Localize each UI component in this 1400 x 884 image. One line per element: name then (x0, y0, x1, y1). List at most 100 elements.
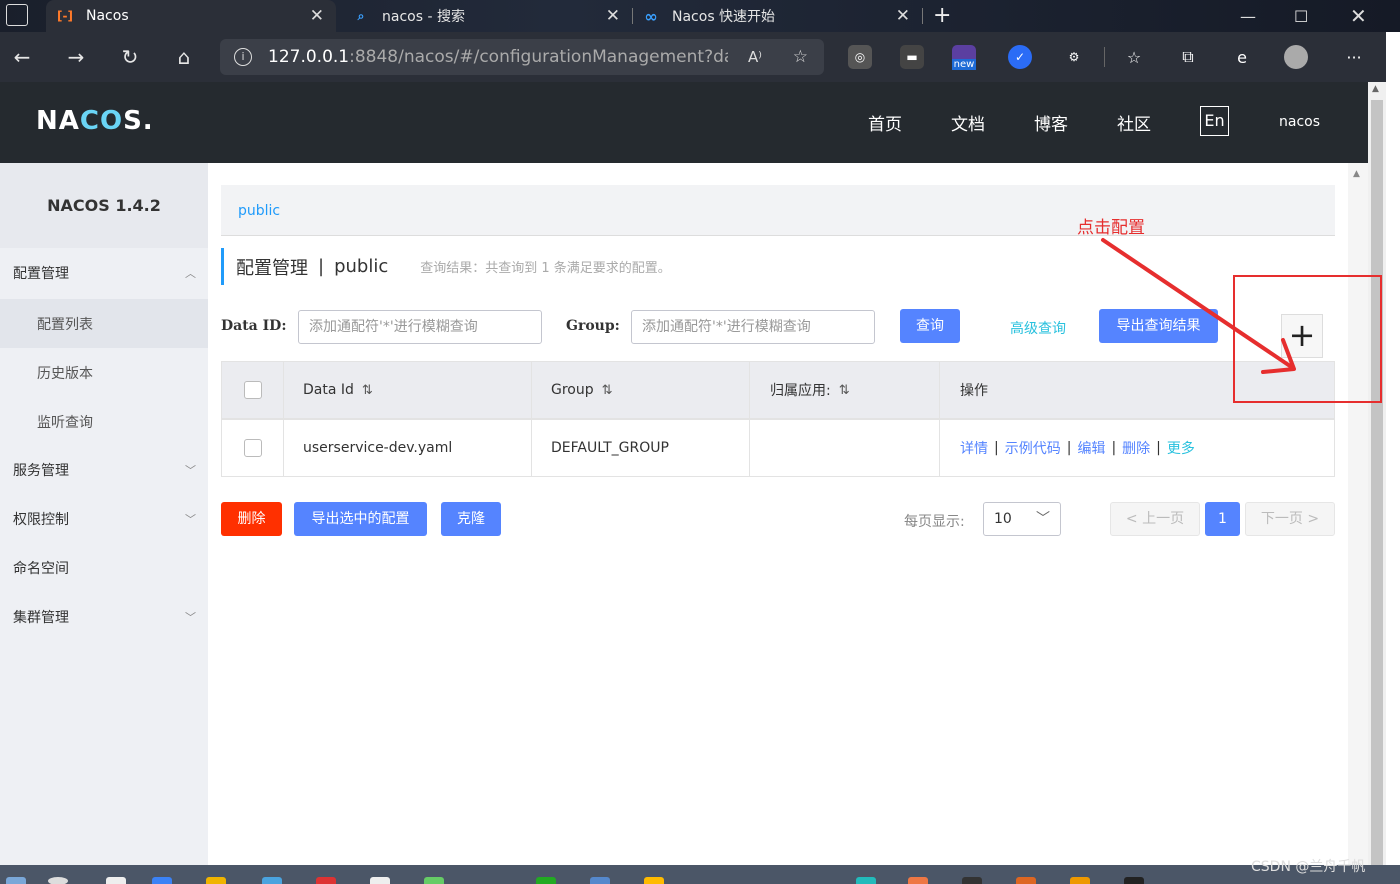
page-scrollbar[interactable]: ▲ (1368, 82, 1386, 865)
table-row: userservice-dev.yaml DEFAULT_GROUP 详情 | 示… (221, 419, 1335, 477)
workspaces-icon[interactable] (6, 4, 28, 26)
scroll-up-icon[interactable]: ▲ (1372, 84, 1379, 94)
taskbar-app-icon[interactable] (152, 877, 172, 884)
export-query-result-button[interactable]: 导出查询结果 (1099, 309, 1218, 343)
column-header-app[interactable]: 归属应用: ⇅ (750, 362, 940, 418)
forward-icon[interactable]: → (62, 44, 90, 72)
scrollbar-thumb[interactable] (1371, 100, 1383, 865)
sidebar-item-access-control[interactable]: 权限控制 ﹀ (0, 494, 208, 543)
home-icon[interactable]: ⌂ (170, 44, 198, 72)
taskbar-app-icon[interactable] (644, 877, 664, 884)
page-size-label: 每页显示: (904, 514, 965, 530)
export-selected-button[interactable]: 导出选中的配置 (294, 502, 427, 536)
taskbar-app-icon[interactable] (262, 877, 282, 884)
page-size-select[interactable]: 10 ﹀ (983, 502, 1061, 536)
sidebar-item-config-list[interactable]: 配置列表 (0, 299, 208, 348)
next-page-button[interactable]: 下一页 > (1245, 502, 1335, 536)
nacos-logo[interactable]: NACOS. (36, 106, 154, 136)
taskbar-app-icon[interactable] (370, 877, 390, 884)
op-sample-code-link[interactable]: 示例代码 (1005, 438, 1061, 458)
op-delete-link[interactable]: 删除 (1122, 438, 1150, 458)
taskbar-app-icon[interactable] (856, 877, 876, 884)
taskbar-app-icon[interactable] (1124, 877, 1144, 884)
nav-blog[interactable]: 博客 (1034, 82, 1068, 163)
op-detail-link[interactable]: 详情 (960, 438, 988, 458)
extension-new-icon[interactable]: new (951, 45, 977, 70)
taskbar-app-icon[interactable] (206, 877, 226, 884)
close-tab-icon[interactable]: ✕ (606, 6, 620, 26)
add-favorite-icon[interactable]: ☆ (793, 47, 808, 67)
namespace-bar: public (221, 185, 1335, 236)
edge-icon[interactable]: e (1230, 45, 1254, 69)
sidebar-item-listener-query[interactable]: 监听查询 (0, 397, 208, 446)
user-menu[interactable]: nacos (1279, 114, 1320, 130)
taskbar-app-icon[interactable] (590, 877, 610, 884)
taskbar-app-icon[interactable] (48, 877, 68, 884)
extensions-puzzle-icon[interactable]: ⚙ (1062, 45, 1086, 69)
namespace-public-link[interactable]: public (238, 203, 280, 219)
op-more-link[interactable]: 更多 (1167, 438, 1195, 458)
group-label: Group: (566, 318, 620, 334)
start-icon[interactable] (6, 877, 26, 884)
clone-button[interactable]: 克隆 (441, 502, 501, 536)
bulk-delete-button[interactable]: 删除 (221, 502, 282, 536)
advanced-query-link[interactable]: 高级查询 (1010, 318, 1066, 338)
nav-community[interactable]: 社区 (1117, 82, 1151, 163)
close-tab-icon[interactable]: ✕ (310, 6, 324, 26)
taskbar-app-icon[interactable] (1016, 877, 1036, 884)
row-checkbox[interactable] (243, 439, 262, 457)
page-1-button[interactable]: 1 (1205, 502, 1240, 536)
tab-search[interactable]: ⌕ nacos - 搜索 ✕ (342, 0, 632, 32)
extension-shield-icon[interactable]: ✓ (1008, 45, 1032, 69)
tab-quickstart[interactable]: ∞ Nacos 快速开始 ✕ (632, 0, 922, 32)
back-icon[interactable]: ← (8, 44, 36, 72)
taskbar-app-icon[interactable] (962, 877, 982, 884)
taskbar-app-icon[interactable] (536, 877, 556, 884)
dataid-search-input[interactable]: 添加通配符'*'进行模糊查询 (298, 310, 542, 344)
nav-docs[interactable]: 文档 (951, 82, 985, 163)
sort-icon[interactable]: ⇅ (839, 383, 850, 398)
sort-icon[interactable]: ⇅ (362, 383, 373, 398)
sort-icon[interactable]: ⇅ (602, 383, 613, 398)
refresh-icon[interactable]: ↻ (116, 44, 144, 72)
column-header-group[interactable]: Group ⇅ (532, 362, 750, 418)
infinity-favicon-icon: ∞ (644, 6, 658, 26)
op-edit-link[interactable]: 编辑 (1077, 438, 1105, 458)
taskbar-app-icon[interactable] (424, 877, 444, 884)
favorites-icon[interactable]: ☆ (1122, 45, 1146, 69)
minimize-icon[interactable]: — (1240, 0, 1256, 32)
profile-avatar-icon[interactable] (1284, 45, 1308, 69)
maximize-icon[interactable]: ☐ (1294, 0, 1308, 32)
taskbar-app-icon[interactable] (1070, 877, 1090, 884)
close-window-icon[interactable]: ✕ (1350, 0, 1367, 32)
sidebar-item-namespace[interactable]: 命名空间 (0, 543, 208, 592)
tab-nacos[interactable]: [-] Nacos ✕ (46, 0, 336, 32)
sidebar-item-history[interactable]: 历史版本 (0, 348, 208, 397)
taskbar-app-icon[interactable] (316, 877, 336, 884)
site-info-icon[interactable]: i (234, 48, 252, 66)
column-header-data-id[interactable]: Data Id ⇅ (284, 362, 532, 418)
select-all-checkbox[interactable] (243, 381, 262, 399)
url-field[interactable]: i 127.0.0.1:8848/nacos/#/configurationMa… (220, 39, 824, 75)
page-title-row: 配置管理 | public 查询结果：共查询到 1 条满足要求的配置。 (221, 248, 671, 285)
taskbar-app-icon[interactable] (908, 877, 928, 884)
new-tab-icon[interactable]: + (933, 3, 951, 28)
content-scrollbar[interactable]: ▲ (1348, 163, 1368, 865)
group-search-input[interactable]: 添加通配符'*'进行模糊查询 (631, 310, 875, 344)
annotation-highlight-box (1233, 275, 1382, 403)
collections-icon[interactable]: ⧉ (1176, 45, 1200, 69)
prev-page-button[interactable]: < 上一页 (1110, 502, 1200, 536)
scroll-up-icon[interactable]: ▲ (1353, 169, 1360, 179)
sidebar-item-cluster-management[interactable]: 集群管理 ﹀ (0, 592, 208, 641)
extension-mask-icon[interactable]: ◎ (848, 45, 872, 69)
sidebar-item-service-management[interactable]: 服务管理 ﹀ (0, 445, 208, 494)
read-aloud-icon[interactable]: A⁾ (748, 48, 762, 66)
taskbar-app-icon[interactable] (106, 877, 126, 884)
query-button[interactable]: 查询 (900, 309, 960, 343)
language-toggle-button[interactable]: En (1200, 106, 1229, 136)
extension-window-icon[interactable]: ▬ (900, 45, 924, 69)
close-tab-icon[interactable]: ✕ (896, 6, 910, 26)
more-menu-icon[interactable]: ··· (1342, 45, 1366, 69)
nav-home[interactable]: 首页 (868, 82, 902, 163)
sidebar-item-config-management[interactable]: 配置管理 ︿ (0, 248, 208, 297)
